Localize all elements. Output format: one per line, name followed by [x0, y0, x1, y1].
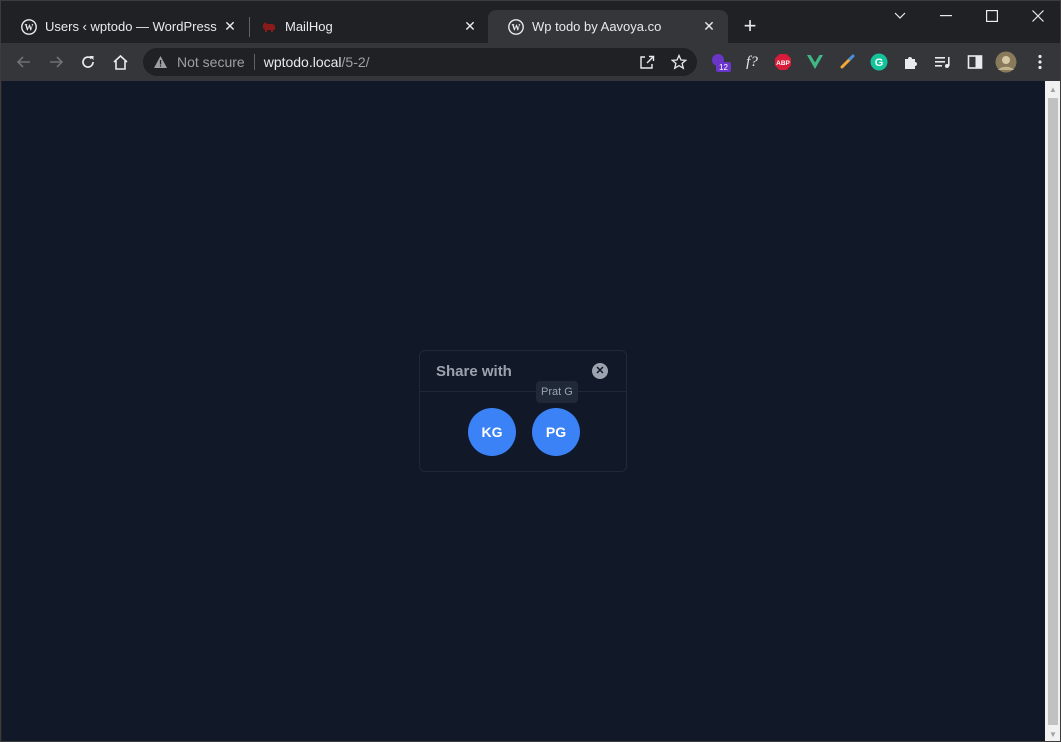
- wordpress-icon: W: [508, 18, 524, 35]
- url-path: /5-2/: [341, 54, 370, 70]
- back-icon[interactable]: [12, 50, 36, 74]
- color-picker-icon[interactable]: [836, 51, 858, 73]
- new-tab-button[interactable]: +: [739, 15, 761, 37]
- user-tooltip: Prat G: [536, 381, 578, 403]
- side-panel-icon[interactable]: [964, 51, 986, 73]
- scroll-down-arrow-icon[interactable]: ▼: [1045, 726, 1060, 741]
- tab-title: Wp todo by Aavoya.co: [532, 19, 662, 34]
- grammarly-label: G: [875, 57, 884, 69]
- home-icon[interactable]: [108, 50, 132, 74]
- tab-wp-todo[interactable]: W Wp todo by Aavoya.co ✕: [488, 10, 728, 43]
- close-tab-icon[interactable]: ✕: [221, 18, 239, 36]
- vertical-scrollbar[interactable]: ▲ ▼: [1045, 81, 1060, 741]
- ext-badge-icon[interactable]: 12: [709, 51, 731, 73]
- address-divider: [253, 54, 255, 70]
- wordpress-icon: W: [21, 18, 37, 35]
- vue-devtools-icon[interactable]: [804, 51, 826, 73]
- font-finder-icon[interactable]: f?: [741, 51, 763, 73]
- share-page-icon[interactable]: [638, 53, 656, 71]
- adblock-plus-icon[interactable]: ABP: [772, 51, 794, 73]
- page-content: Share with ✕ Prat G KG PG: [2, 81, 1045, 741]
- ext-badge-count: 12: [719, 63, 728, 72]
- extensions-puzzle-icon[interactable]: [900, 51, 922, 73]
- security-label[interactable]: Not secure: [177, 54, 245, 70]
- menu-kebab-icon[interactable]: [1029, 51, 1051, 73]
- profile-avatar-icon[interactable]: [995, 51, 1017, 73]
- grammarly-icon[interactable]: G: [868, 51, 890, 73]
- tab-wordpress-users[interactable]: W Users ‹ wptodo — WordPress ✕: [1, 10, 249, 43]
- user-avatar-pg[interactable]: PG: [532, 408, 580, 456]
- user-avatar-kg[interactable]: KG: [468, 408, 516, 456]
- modal-title: Share with: [436, 362, 512, 380]
- tab-search-icon[interactable]: [877, 1, 923, 31]
- browser-toolbar: Not secure wptodo.local/5-2/ 12 f? ABP G: [1, 43, 1060, 81]
- svg-text:W: W: [512, 22, 521, 32]
- share-modal: Share with ✕ Prat G KG PG: [419, 350, 627, 472]
- tab-title: Users ‹ wptodo — WordPress: [45, 19, 217, 34]
- svg-text:W: W: [25, 22, 34, 32]
- adblock-plus-label: ABP: [776, 60, 790, 67]
- maximize-icon[interactable]: [969, 1, 1015, 31]
- tab-strip: W Users ‹ wptodo — WordPress ✕ MailHog ✕…: [1, 1, 1060, 43]
- reload-icon[interactable]: [76, 50, 100, 74]
- scroll-up-arrow-icon[interactable]: ▲: [1045, 81, 1060, 97]
- minimize-icon[interactable]: [923, 1, 969, 31]
- close-tab-icon[interactable]: ✕: [461, 18, 479, 36]
- url-host: wptodo.local: [263, 54, 342, 70]
- forward-icon[interactable]: [44, 50, 68, 74]
- media-control-icon[interactable]: [932, 51, 954, 73]
- browser-window: W Users ‹ wptodo — WordPress ✕ MailHog ✕…: [0, 0, 1061, 742]
- close-circle-icon[interactable]: ✕: [592, 363, 608, 379]
- tab-mailhog[interactable]: MailHog ✕: [241, 10, 489, 43]
- address-bar[interactable]: Not secure wptodo.local/5-2/: [143, 48, 697, 76]
- tab-title: MailHog: [285, 19, 333, 34]
- scrollbar-thumb[interactable]: [1048, 98, 1058, 725]
- bookmark-star-icon[interactable]: [670, 53, 688, 71]
- close-window-icon[interactable]: [1015, 1, 1060, 31]
- close-tab-icon[interactable]: ✕: [700, 18, 718, 36]
- mailhog-pig-icon: [261, 19, 277, 35]
- warning-icon[interactable]: [153, 54, 169, 70]
